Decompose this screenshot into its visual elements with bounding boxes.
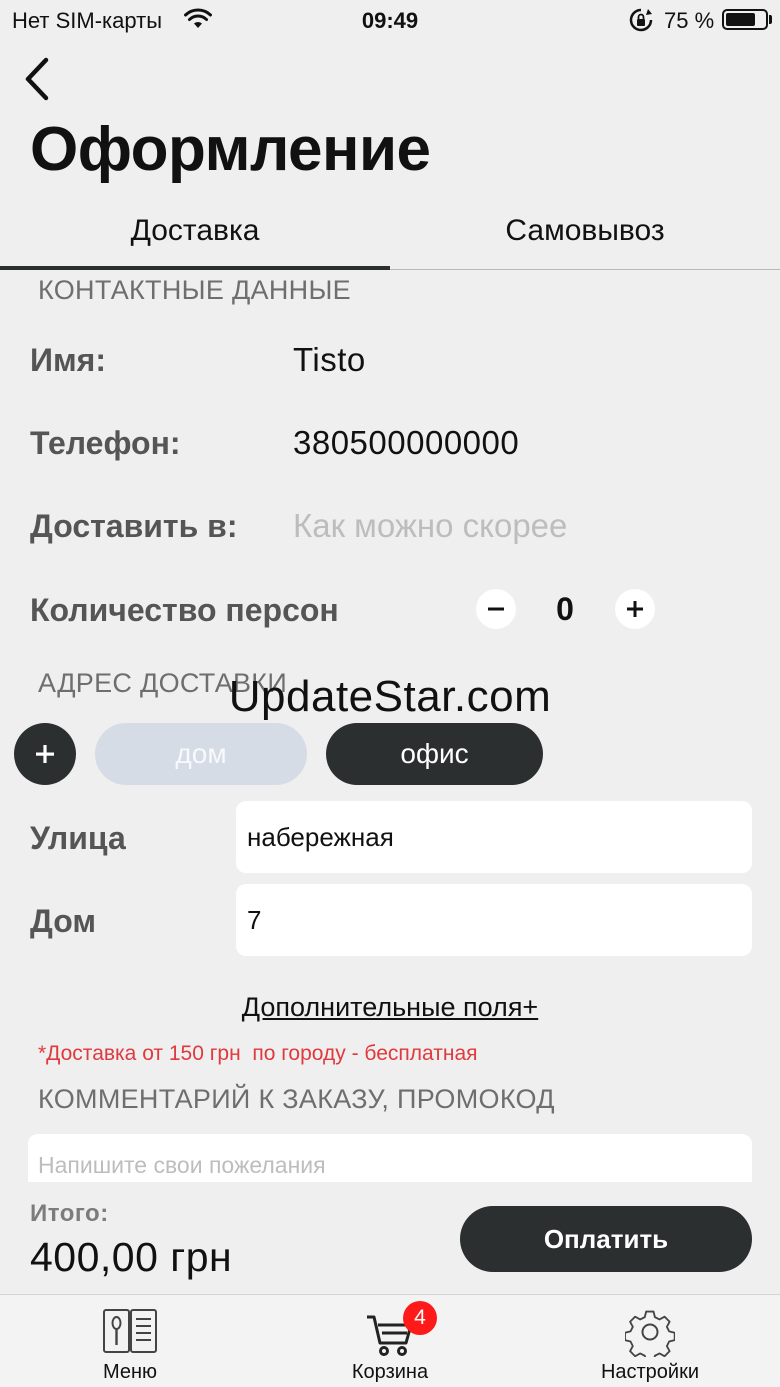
tabbar-item-settings[interactable]: Настройки [560, 1295, 740, 1387]
phone-value[interactable]: 380500000000 [293, 424, 519, 462]
chevron-left-icon [25, 57, 49, 101]
rotation-lock-icon [628, 7, 654, 39]
comment-input[interactable]: Напишите свои пожелания [28, 1134, 752, 1182]
deliver-time-field[interactable]: Как можно скорее [293, 507, 567, 545]
street-input[interactable]: набережная [236, 801, 752, 873]
delivery-note: *Доставка от 150 грн по городу - бесплат… [38, 1042, 478, 1065]
total-label: Итого: [30, 1200, 109, 1227]
persons-count: 0 [556, 591, 574, 627]
minus-icon [488, 607, 504, 611]
tabbar-label-cart: Корзина [351, 1361, 429, 1383]
cart-badge: 4 [403, 1301, 437, 1335]
extra-fields-link[interactable]: Дополнительные поля+ [0, 992, 780, 1023]
gear-icon [624, 1307, 676, 1363]
contact-section-title: КОНТАКТНЫЕ ДАННЫЕ [38, 275, 351, 305]
comment-section-title: КОММЕНТАРИЙ К ЗАКАЗУ, ПРОМОКОД [38, 1084, 555, 1114]
deliver-time-label: Доставить в: [30, 508, 238, 544]
watermark: UpdateStar.com [228, 672, 552, 721]
add-address-button[interactable] [14, 723, 76, 785]
back-button[interactable] [22, 56, 56, 102]
tab-pickup[interactable]: Самовывоз [390, 214, 780, 248]
address-chip-office[interactable]: офис [326, 723, 543, 785]
battery-icon [722, 9, 768, 30]
name-value[interactable]: Tisto [293, 341, 366, 379]
tab-divider [390, 269, 780, 270]
active-tab-indicator [0, 266, 390, 270]
menu-book-icon [102, 1307, 158, 1360]
delivery-tabs: Доставка Самовывоз [0, 200, 780, 272]
persons-label: Количество персон [30, 592, 339, 628]
address-chip-home[interactable]: дом [95, 723, 307, 785]
plus-icon [36, 745, 54, 763]
plus-icon [627, 601, 643, 617]
tabbar-item-cart[interactable]: 4 Корзина [300, 1295, 480, 1387]
persons-decrement-button[interactable] [476, 589, 516, 629]
clock: 09:49 [361, 8, 419, 33]
persons-increment-button[interactable] [615, 589, 655, 629]
pay-button[interactable]: Оплатить [460, 1206, 752, 1272]
phone-label: Телефон: [30, 425, 181, 461]
total-value: 400,00 грн [30, 1234, 233, 1280]
bottom-tab-bar: Меню 4 Корзина Настройки [0, 1294, 780, 1387]
battery-tip [769, 15, 772, 24]
street-label: Улица [30, 820, 126, 856]
house-input[interactable]: 7 [236, 884, 752, 956]
name-label: Имя: [30, 342, 106, 378]
tabbar-label-settings: Настройки [600, 1361, 700, 1383]
house-label: Дом [30, 903, 96, 939]
tabbar-item-menu[interactable]: Меню [40, 1295, 220, 1387]
battery-percent: 75 % [664, 8, 715, 33]
tab-delivery[interactable]: Доставка [0, 214, 390, 248]
status-bar: Нет SIM-карты 09:49 75 % [0, 0, 780, 40]
tabbar-label-menu: Меню [102, 1361, 158, 1383]
page-title: Оформление [30, 115, 431, 184]
